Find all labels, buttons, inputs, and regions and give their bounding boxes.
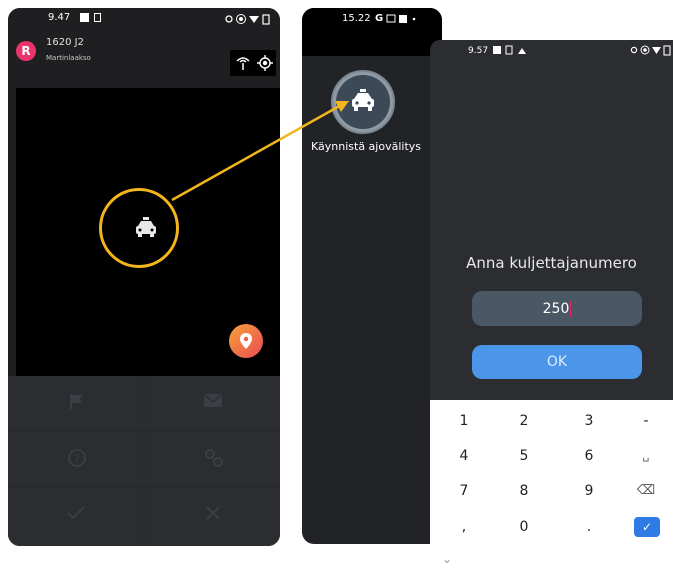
key-minus[interactable]: -: [616, 404, 673, 438]
key-0[interactable]: 0: [494, 510, 554, 544]
key-3[interactable]: 3: [559, 404, 619, 438]
key-comma[interactable]: ,: [434, 510, 494, 544]
key-5[interactable]: 5: [494, 439, 554, 473]
grid-button-cancel[interactable]: [145, 488, 280, 546]
keyboard-collapse-icon[interactable]: ⌄: [442, 552, 452, 566]
google-icon: G: [375, 13, 384, 24]
status-icons: [630, 45, 671, 56]
numeric-keyboard: 1 2 3 - 4 5 6 ␣ 7 8 9 ⌫ , 0 . ✓ ⌄: [430, 400, 673, 573]
status-time: 9.57: [468, 46, 489, 56]
status-notification-icons: [493, 45, 526, 55]
key-2[interactable]: 2: [494, 404, 554, 438]
grid-button-confirm[interactable]: [8, 488, 143, 546]
key-space[interactable]: ␣: [616, 439, 673, 473]
status-bar: 9.57: [430, 40, 673, 60]
grid-button-help[interactable]: ?: [8, 432, 143, 485]
ok-button[interactable]: OK: [472, 345, 642, 379]
sim-icon: [94, 13, 101, 22]
status-icons: [225, 14, 270, 25]
location-pin-icon: [240, 333, 252, 349]
help-icon: ?: [68, 449, 86, 467]
phone-screen-driver-map: 9.47 R 1620 J2 Martinlaakso ?: [8, 8, 280, 546]
settings-icon: [205, 449, 223, 467]
svg-text:?: ?: [74, 452, 80, 465]
check-icon: [67, 506, 85, 520]
check-icon: ✓: [641, 520, 653, 534]
grid-button-settings[interactable]: [145, 432, 280, 485]
driver-number-input[interactable]: 250: [472, 291, 642, 326]
action-grid: ?: [8, 376, 280, 546]
avatar[interactable]: R: [16, 41, 36, 61]
driver-number-value: 250: [542, 300, 570, 317]
grid-button-flag[interactable]: [8, 376, 143, 429]
key-6[interactable]: 6: [559, 439, 619, 473]
key-enter[interactable]: ✓: [634, 517, 660, 537]
status-time: 9.47: [48, 12, 71, 23]
gps-icon[interactable]: [257, 55, 273, 71]
key-8[interactable]: 8: [494, 474, 554, 508]
key-1[interactable]: 1: [434, 404, 494, 438]
notification-icon: [80, 13, 89, 22]
close-icon: [206, 506, 220, 520]
dialog-title: Anna kuljettajanumero: [466, 254, 637, 272]
taxi-icon: [352, 89, 374, 111]
antenna-icon[interactable]: [235, 55, 251, 71]
mail-icon: [204, 394, 222, 407]
status-time: 15.22: [342, 13, 371, 24]
grid-button-mail[interactable]: [145, 376, 280, 429]
area-name: Martinlaakso: [46, 54, 91, 62]
key-4[interactable]: 4: [434, 439, 494, 473]
header-buttons: [230, 50, 276, 76]
app-label[interactable]: Käynnistä ajovälitys: [310, 140, 422, 153]
key-9[interactable]: 9: [559, 474, 619, 508]
key-backspace[interactable]: ⌫: [616, 474, 673, 508]
key-7[interactable]: 7: [434, 474, 494, 508]
key-period[interactable]: .: [559, 510, 619, 544]
status-bar: 15.22 G: [302, 8, 442, 56]
phone-screen-driver-number-dialog: 9.57 Anna kuljettajanumero 250 OK 1 2 3 …: [430, 40, 673, 573]
vehicle-id: 1620 J2: [46, 37, 84, 48]
status-bar: 9.47: [8, 8, 280, 30]
text-caret: [570, 300, 572, 317]
status-notification-icons: [386, 14, 416, 23]
highlight-circle: [99, 188, 179, 268]
flag-icon: [70, 394, 83, 409]
location-button[interactable]: [229, 324, 263, 358]
